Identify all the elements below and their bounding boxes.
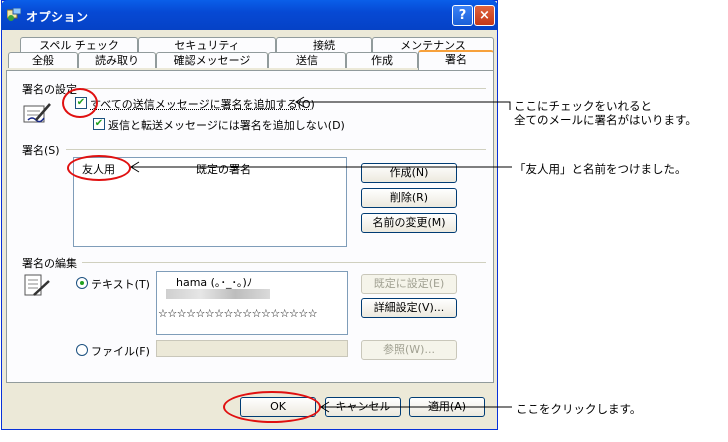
apply-button[interactable]: 適用(A): [409, 397, 485, 417]
signature-text-line1: hama (｡･_･｡)ﾉ: [176, 276, 253, 289]
annotation-circle-checkbox: [62, 88, 98, 118]
tab-confirmations[interactable]: 確認メッセージ: [156, 52, 268, 68]
tab-read[interactable]: 読み取り: [78, 52, 156, 68]
tab-security[interactable]: セキュリティ: [138, 37, 276, 53]
close-button[interactable]: ×: [474, 5, 495, 26]
tab-spell-check[interactable]: スペル チェック: [20, 37, 138, 53]
document-pen-icon: [24, 274, 50, 296]
app-icon: [7, 8, 21, 21]
add-signature-all-label[interactable]: すべての送信メッセージに署名を追加する(O): [90, 96, 315, 112]
tab-compose[interactable]: 作成: [346, 52, 418, 68]
signature-list-item-default: 既定の署名: [196, 163, 251, 176]
delete-signature-button[interactable]: 削除(R): [361, 188, 457, 208]
annotation-note1-line2: 全てのメールに署名がはいります。: [514, 113, 697, 127]
create-signature-button[interactable]: 作成(N): [361, 163, 457, 183]
edit-signature-group-label: 署名の編集: [22, 257, 77, 270]
text-option-radio[interactable]: [76, 277, 88, 289]
tab-signatures[interactable]: 署名: [418, 50, 494, 70]
annotation-circle-name: [67, 155, 131, 181]
signatures-group-label: 署名(S): [22, 144, 60, 157]
tab-send[interactable]: 送信: [268, 52, 346, 68]
text-option-label[interactable]: テキスト(T): [91, 276, 150, 292]
no-reply-signature-checkbox[interactable]: ✔: [93, 118, 105, 130]
annotation-note3: ここをクリックします。: [516, 402, 642, 416]
blurred-text: [166, 289, 270, 299]
file-option-radio[interactable]: [76, 344, 88, 356]
rename-signature-button[interactable]: 名前の変更(M): [361, 213, 457, 233]
file-option-label[interactable]: ファイル(F): [91, 343, 150, 359]
cancel-button[interactable]: キャンセル: [325, 397, 401, 417]
tab-general[interactable]: 全般: [8, 52, 78, 68]
tab-connection[interactable]: 接続: [276, 37, 372, 53]
file-path-input[interactable]: [156, 340, 348, 357]
no-reply-signature-label[interactable]: 返信と転送メッセージには署名を追加しない(D): [108, 117, 345, 133]
help-button[interactable]: ?: [452, 5, 473, 26]
annotation-circle-ok: [223, 391, 321, 423]
signature-text-line3: ☆☆☆☆☆☆☆☆☆☆☆☆☆☆☆☆☆: [158, 307, 318, 320]
group-divider: [82, 88, 486, 89]
set-default-button[interactable]: 既定に設定(E): [361, 274, 457, 294]
group-divider: [82, 262, 486, 263]
advanced-button[interactable]: 詳細設定(V)...: [361, 298, 457, 318]
window-title: オプション: [26, 10, 89, 24]
annotation-note2: 「友人用」と名前をつけました。: [514, 162, 687, 176]
group-divider: [66, 149, 486, 150]
signature-pen-icon: [23, 103, 51, 123]
browse-button[interactable]: 参照(W)...: [361, 340, 457, 360]
